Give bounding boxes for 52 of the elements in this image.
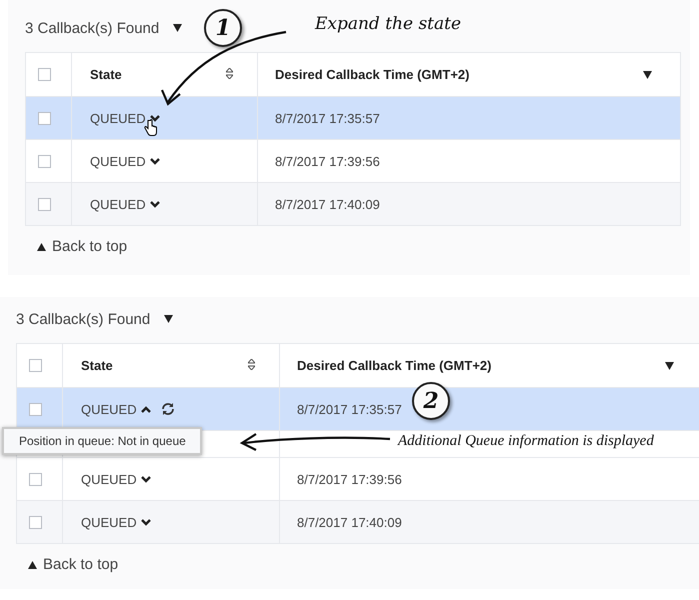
queue-info-tooltip: Position in queue: Not in queue [2, 427, 202, 455]
sort-descending-icon[interactable] [643, 70, 652, 78]
up-triangle-icon [28, 560, 37, 568]
row-checkbox[interactable] [38, 112, 51, 124]
column-header: State [81, 358, 114, 373]
state-cell: QUEUED [90, 196, 146, 212]
annotation-note: Expand the state [314, 13, 462, 36]
row-checkbox[interactable] [38, 198, 51, 210]
state-cell: QUEUED [90, 154, 146, 168]
column-header: State [90, 67, 123, 82]
chevron-down-icon[interactable] [140, 476, 151, 482]
time-cell: 8/7/2017 17:39:56 [275, 154, 380, 168]
table-row[interactable]: QUEUED 8/7/2017 17:40:09 [17, 500, 699, 543]
column-header: Desired Callback Time (GMT+2) [297, 358, 492, 373]
dropdown-caret-icon[interactable] [173, 24, 182, 32]
time-cell: 8/7/2017 17:40:09 [297, 514, 402, 530]
select-all-checkbox[interactable] [29, 359, 42, 372]
table-row[interactable]: QUEUED 8/7/2017 17:39:56 [26, 139, 680, 182]
sort-descending-icon[interactable] [665, 362, 674, 370]
row-checkbox[interactable] [38, 154, 51, 168]
results-count: 3 Callback(s) Found [25, 20, 160, 36]
row-checkbox[interactable] [29, 402, 42, 416]
annotation-note: Additional Queue information is displayed [398, 432, 654, 451]
table-row[interactable]: QUEUED 8/7/2017 17:40:09 [26, 182, 680, 225]
column-header: Desired Callback Time (GMT+2) [275, 67, 470, 82]
chevron-down-icon[interactable] [150, 114, 160, 122]
time-cell: 8/7/2017 17:40:09 [275, 196, 380, 212]
back-to-top-link[interactable]: Back to top [28, 556, 118, 573]
row-checkbox[interactable] [29, 516, 42, 528]
table-row[interactable]: QUEUED 8/7/2017 17:39:56 [17, 457, 699, 500]
sort-icon[interactable] [226, 68, 233, 78]
state-cell: QUEUED [81, 402, 137, 416]
state-cell: QUEUED [81, 514, 137, 530]
chevron-down-icon[interactable] [150, 200, 160, 208]
select-all-checkbox[interactable] [38, 68, 51, 81]
table-row[interactable]: QUEUED 8/7/2017 17:35:57 [26, 96, 680, 139]
chevron-up-icon[interactable] [140, 406, 151, 412]
state-cell: QUEUED [81, 472, 137, 486]
results-count: 3 Callback(s) Found [16, 310, 150, 328]
chevron-down-icon[interactable] [140, 518, 151, 526]
refresh-icon[interactable] [160, 402, 175, 416]
back-to-top-link[interactable]: Back to top [37, 238, 128, 255]
time-cell: 8/7/2017 17:35:57 [297, 402, 402, 416]
sort-icon[interactable] [248, 358, 255, 370]
up-triangle-icon [37, 242, 46, 250]
time-cell: 8/7/2017 17:39:56 [297, 472, 402, 486]
row-checkbox[interactable] [29, 472, 42, 486]
dropdown-caret-icon[interactable] [164, 315, 174, 323]
chevron-down-icon[interactable] [150, 158, 160, 164]
step-number-callout: 1 [204, 9, 242, 47]
state-cell: QUEUED [90, 110, 146, 126]
time-cell: 8/7/2017 17:35:57 [275, 110, 380, 126]
